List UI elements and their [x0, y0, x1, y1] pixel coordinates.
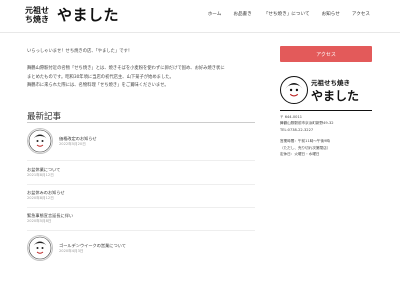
nav-access[interactable]: アクセス — [352, 11, 370, 17]
sidebar: アクセス 元祖せち焼き やました 〒 644-0011 舞鶴山際駅前市京浜町新野… — [280, 46, 372, 156]
list-item[interactable]: 価格改定のお知らせ 2022年5月20日 — [27, 128, 97, 154]
post-divider — [27, 184, 255, 185]
recent-posts-divider — [27, 122, 255, 123]
holiday: 定休日：火曜日・水曜日 — [280, 152, 320, 157]
main-nav: ホーム お品書き 「せち焼き」について お知らせ アクセス — [196, 11, 370, 17]
post-title[interactable]: 価格改定のお知らせ — [59, 135, 97, 142]
intro-line: まとめたものです。昭和30年頃に当店の初代店主、山下菊子が始めました。 — [27, 74, 174, 80]
mascot-icon — [28, 129, 52, 153]
site-logo[interactable]: 元祖せち焼き やました — [25, 4, 119, 25]
mascot-image — [280, 76, 308, 104]
nav-menu[interactable]: お品書き — [233, 11, 251, 17]
intro-line: 舞鶴市に来られた際には、名物料理「せち焼き」をご賞味くださいませ。 — [27, 83, 169, 89]
nav-home[interactable]: ホーム — [208, 11, 222, 17]
site-header: 元祖せち焼き やました ホーム お品書き 「せち焼き」について お知らせ アクセ… — [0, 0, 400, 32]
recent-posts-title: 最新記事 — [27, 112, 62, 122]
post-divider — [27, 207, 255, 208]
post-thumbnail[interactable] — [27, 128, 53, 154]
intro-line: いらっしゃいませ！せち焼きの店、「やました」です！ — [27, 49, 133, 54]
sidebar-logo: 元祖せち焼き やました — [280, 72, 372, 108]
post-date: 2020年5月8日 — [27, 219, 52, 223]
post-title[interactable]: お盆休みのお知らせ — [27, 189, 65, 196]
sidebar-divider — [280, 110, 372, 111]
nav-news[interactable]: お知らせ — [322, 11, 340, 17]
post-divider — [27, 160, 255, 161]
post-title[interactable]: 緊急事態宣言延長に伴い — [27, 212, 73, 219]
intro-line: 舞鶴山際駅付近の名物「せち焼き」とは、焼きそばを小麦粉を使わずに卵だけで固め、お… — [27, 66, 225, 72]
header-divider — [0, 32, 400, 33]
post-title[interactable]: お盆休業について — [27, 166, 60, 173]
list-item[interactable]: お盆休業について 2021年8月12日 — [27, 166, 60, 178]
post-divider — [27, 230, 255, 231]
post-date: 2020年4月3日 — [59, 249, 84, 253]
store-info: 〒 644-0011 舞鶴山際駅前市京浜町新野49-32 TEL:0738-22… — [280, 114, 372, 157]
list-item[interactable]: お盆休みのお知らせ 2020年8月12日 — [27, 189, 65, 201]
mascot-icon — [28, 236, 52, 260]
logo-big-text: やました — [57, 6, 120, 24]
logo-small-text: 元祖せち焼き — [25, 5, 49, 24]
post-title[interactable]: ゴールデンウイークの営業について — [59, 242, 126, 249]
post-date: 2021年8月12日 — [27, 173, 54, 177]
access-button[interactable]: アクセス — [280, 46, 372, 62]
list-item[interactable]: 緊急事態宣言延長に伴い 2020年5月8日 — [27, 212, 73, 224]
post-date: 2020年8月12日 — [27, 196, 54, 200]
mascot-icon — [281, 77, 307, 103]
intro-section: いらっしゃいませ！せち焼きの店、「やました」です！ 舞鶴山際駅付近の名物「せち焼… — [27, 48, 257, 91]
nav-about-sechiyaki[interactable]: 「せち焼き」について — [264, 11, 310, 17]
sidebar-logo-big: やました — [311, 88, 360, 103]
list-item[interactable]: ゴールデンウイークの営業について 2020年4月3日 — [27, 235, 126, 261]
post-thumbnail[interactable] — [27, 235, 53, 261]
sidebar-logo-small: 元祖せち焼き — [311, 78, 350, 87]
post-date: 2022年5月20日 — [59, 142, 86, 146]
